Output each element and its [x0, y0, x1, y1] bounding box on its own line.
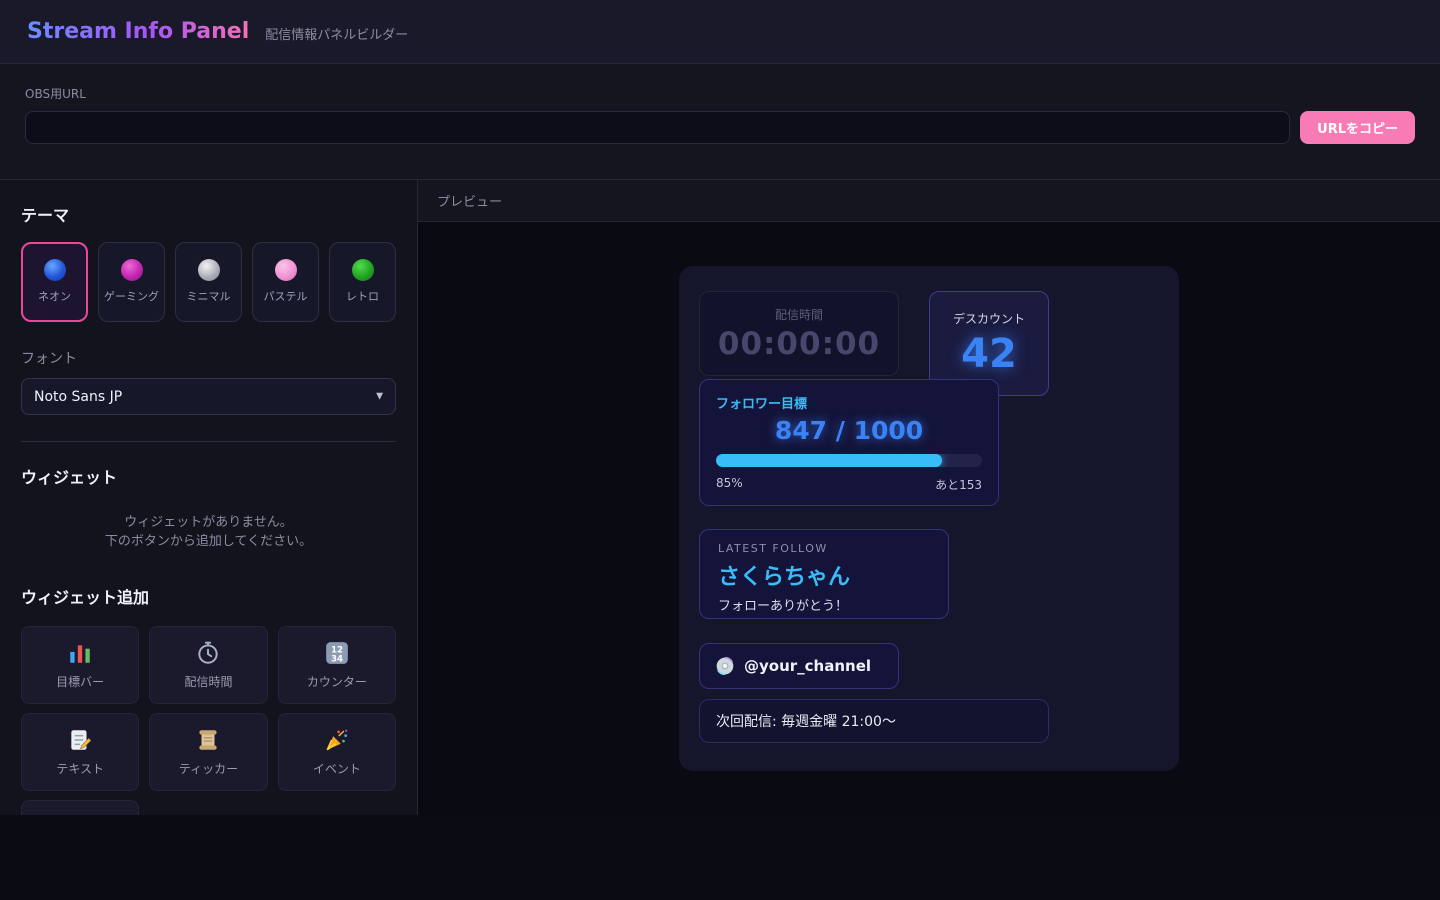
obs-url-label: OBS用URL — [25, 85, 1415, 102]
add-widget-stream-time-button[interactable]: 配信時間 — [149, 626, 267, 704]
preview-canvas: 配信時間 00:00:00 デスカウント 42 フォロワー目標 847 / 10… — [418, 222, 1440, 815]
cd-icon — [715, 656, 735, 676]
timer-icon — [195, 640, 221, 666]
theme-button-pastel[interactable]: パステル — [252, 242, 319, 322]
widgets-empty-line1: ウィジェットがありません。 — [21, 514, 396, 533]
latest-follow-widget: LATEST FOLLOW さくらちゃん フォローありがとう！ — [699, 529, 949, 619]
svg-text:34: 34 — [331, 654, 343, 664]
add-widget-ticker-button[interactable]: ティッカー — [149, 713, 267, 791]
obs-url-input[interactable] — [25, 111, 1290, 144]
theme-button-retro[interactable]: レトロ — [329, 242, 396, 322]
stream-time-widget: 配信時間 00:00:00 — [699, 291, 899, 376]
theme-label: ミニマル — [187, 290, 231, 304]
add-widget-goal-bar-button[interactable]: 目標バー — [21, 626, 139, 704]
latest-follow-name: さくらちゃん — [718, 559, 930, 591]
pastel-swatch-icon — [275, 259, 297, 281]
sidebar-divider — [21, 441, 396, 442]
add-widget-section-heading: ウィジェット追加 — [21, 584, 396, 608]
bar-chart-icon — [67, 640, 93, 666]
add-widget-link-button[interactable] — [21, 800, 139, 815]
next-stream-text: 次回配信: 毎週金曜 21:00〜 — [716, 711, 896, 731]
add-widget-label: 目標バー — [56, 673, 104, 690]
add-widget-label: ティッカー — [179, 760, 238, 777]
theme-button-gaming[interactable]: ゲーミング — [98, 242, 165, 322]
next-stream-widget: 次回配信: 毎週金曜 21:00〜 — [699, 699, 1049, 743]
channel-widget: @your_channel — [699, 643, 899, 689]
preview-panel: 配信時間 00:00:00 デスカウント 42 フォロワー目標 847 / 10… — [679, 266, 1179, 771]
widgets-section-heading: ウィジェット — [21, 464, 396, 488]
gaming-swatch-icon — [121, 259, 143, 281]
app-subtitle: 配信情報パネルビルダー — [265, 20, 408, 43]
obs-url-section: OBS用URL URLをコピー — [0, 64, 1440, 180]
theme-section-heading: テーマ — [21, 202, 396, 226]
add-widget-grid: 目標バー 配信時間 — [21, 626, 396, 815]
add-widget-label: イベント — [313, 760, 361, 777]
scroll-icon — [195, 727, 221, 753]
latest-follow-message: フォローありがとう！ — [718, 595, 930, 614]
add-widget-event-button[interactable]: イベント — [278, 713, 396, 791]
follower-goal-widget: フォロワー目標 847 / 1000 85% あと153 — [699, 379, 999, 506]
preview-header: プレビュー — [418, 180, 1440, 222]
neon-swatch-icon — [44, 259, 66, 281]
minimal-swatch-icon — [198, 259, 220, 281]
preview-header-label: プレビュー — [437, 191, 502, 210]
channel-handle: @your_channel — [744, 657, 871, 675]
theme-label: レトロ — [346, 290, 379, 304]
follower-progress-track — [716, 454, 982, 467]
follower-remaining-label: あと153 — [935, 476, 982, 493]
counter-icon: 12 34 — [324, 640, 350, 666]
death-count-title: デスカウント — [953, 310, 1025, 327]
app-window: Stream Info Panel 配信情報パネルビルダー OBS用URL UR… — [0, 0, 1440, 815]
follower-percent-label: 85% — [716, 476, 743, 493]
add-widget-label: カウンター — [307, 673, 367, 690]
memo-icon — [67, 727, 93, 753]
stream-time-value: 00:00:00 — [718, 326, 880, 362]
preview-column: プレビュー 配信時間 00:00:00 デスカウント 42 フォロワー目標 84… — [418, 180, 1440, 815]
add-widget-text-button[interactable]: テキスト — [21, 713, 139, 791]
widgets-empty-line2: 下のボタンから追加してください。 — [21, 533, 396, 552]
copy-url-button[interactable]: URLをコピー — [1300, 111, 1415, 144]
add-widget-label: 配信時間 — [184, 673, 232, 690]
follower-progress-fill — [716, 454, 942, 467]
theme-button-neon[interactable]: ネオン — [21, 242, 88, 322]
theme-selector: ネオン ゲーミング ミニマル パステル レトロ — [21, 242, 396, 322]
font-select[interactable]: Noto Sans JP — [21, 378, 396, 415]
retro-swatch-icon — [352, 259, 374, 281]
add-widget-label: テキスト — [56, 760, 104, 777]
theme-label: パステル — [264, 290, 308, 304]
app-title: Stream Info Panel — [27, 19, 249, 44]
follower-goal-title: フォロワー目標 — [716, 393, 982, 412]
theme-button-minimal[interactable]: ミニマル — [175, 242, 242, 322]
app-header: Stream Info Panel 配信情報パネルビルダー — [0, 0, 1440, 64]
latest-follow-title: LATEST FOLLOW — [718, 542, 930, 555]
follower-goal-value: 847 / 1000 — [716, 416, 982, 445]
add-widget-counter-button[interactable]: 12 34 カウンター — [278, 626, 396, 704]
sidebar: テーマ ネオン ゲーミング ミニマル パステル — [0, 180, 418, 815]
theme-label: ネオン — [38, 290, 71, 304]
death-count-value: 42 — [961, 331, 1017, 377]
font-section-label: フォント — [21, 348, 396, 368]
stream-time-title: 配信時間 — [775, 306, 823, 323]
party-icon — [324, 727, 350, 753]
theme-label: ゲーミング — [104, 290, 159, 304]
widgets-empty-state: ウィジェットがありません。 下のボタンから追加してください。 — [21, 514, 396, 552]
